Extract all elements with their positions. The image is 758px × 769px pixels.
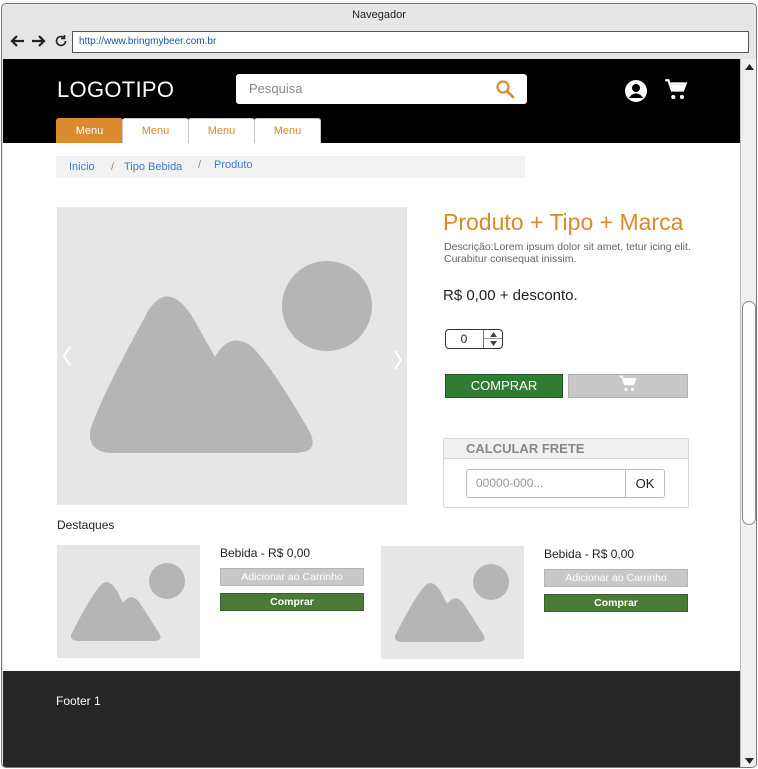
- site-logo[interactable]: LOGOTIPO: [57, 77, 174, 103]
- image-placeholder-icon: [89, 261, 372, 453]
- buy-button-1[interactable]: Comprar: [220, 593, 364, 611]
- scrollbar-thumb[interactable]: [742, 301, 756, 525]
- cep-input[interactable]: 00000-000...: [466, 469, 625, 498]
- scroll-up-icon[interactable]: [742, 61, 756, 73]
- carousel-prev-icon[interactable]: [62, 345, 72, 372]
- scroll-down-icon[interactable]: [742, 755, 756, 767]
- highlights-title: Destaques: [57, 518, 115, 532]
- footer-text: Footer 1: [56, 694, 101, 708]
- chevron-down-icon[interactable]: [484, 339, 502, 348]
- breadcrumb-item-tipo-bebida[interactable]: Tipo Bebida: [124, 161, 182, 173]
- reload-icon[interactable]: [52, 30, 70, 52]
- site-footer: Footer 1: [3, 671, 740, 767]
- highlight-image-2[interactable]: [381, 546, 524, 659]
- breadcrumb-separator: /: [111, 161, 115, 173]
- product-description: Descrição:Lorem ipsum dolor sit amet, te…: [444, 241, 691, 265]
- carousel-next-icon[interactable]: [393, 349, 403, 376]
- cart-icon: [618, 374, 638, 399]
- buy-button-2[interactable]: Comprar: [544, 594, 688, 612]
- breadcrumb-separator: /: [198, 159, 202, 171]
- breadcrumb-item-inicio[interactable]: Inicio: [69, 161, 95, 173]
- search-box[interactable]: Pesquisa: [236, 74, 527, 104]
- product-title: Produto + Tipo + Marca: [443, 209, 684, 235]
- add-to-cart-button-1[interactable]: Adicionar ao Carrinho: [220, 568, 364, 586]
- shipping-calculator-title: CALCULAR FRETE: [444, 439, 688, 459]
- browser-window: Navegador http://www.bringmybeer.com.br …: [1, 3, 757, 768]
- address-bar[interactable]: http://www.bringmybeer.com.br: [72, 31, 749, 53]
- window-title: Navegador: [352, 9, 406, 21]
- tab-menu-3[interactable]: Menu: [188, 118, 255, 143]
- shipping-calculator: CALCULAR FRETE 00000-000... OK: [443, 438, 689, 508]
- product-image-carousel[interactable]: [57, 207, 407, 505]
- highlight-name-1[interactable]: Bebida - R$ 0,00: [220, 546, 310, 560]
- vertical-scrollbar[interactable]: [740, 59, 756, 767]
- cart-icon[interactable]: [663, 77, 689, 103]
- breadcrumb: Inicio / Tipo Bebida / Produto: [56, 156, 525, 178]
- chevron-up-icon[interactable]: [484, 330, 502, 339]
- quantity-stepper[interactable]: 0: [445, 329, 503, 349]
- breadcrumb-item-produto[interactable]: Produto: [214, 159, 253, 171]
- product-price: R$ 0,00 + desconto.: [443, 287, 578, 304]
- search-input[interactable]: Pesquisa: [249, 74, 302, 104]
- main-nav-tabs: Menu Menu Menu Menu: [56, 118, 321, 143]
- forward-arrow-icon[interactable]: [30, 30, 48, 52]
- image-placeholder-icon: [71, 563, 185, 641]
- search-icon[interactable]: [495, 79, 515, 99]
- back-arrow-icon[interactable]: [8, 30, 26, 52]
- add-to-cart-button-2[interactable]: Adicionar ao Carrinho: [544, 569, 688, 587]
- quantity-stepper-buttons: [483, 330, 502, 348]
- browser-toolbar: http://www.bringmybeer.com.br: [2, 26, 756, 58]
- site-header: LOGOTIPO Pesquisa Menu Menu Menu Menu: [3, 59, 740, 143]
- tab-menu-2[interactable]: Menu: [122, 118, 189, 143]
- tab-menu-4[interactable]: Menu: [254, 118, 321, 143]
- user-icon[interactable]: [624, 79, 648, 103]
- image-placeholder-icon: [395, 564, 509, 642]
- page-viewport: LOGOTIPO Pesquisa Menu Menu Menu Menu In: [3, 59, 740, 767]
- ok-button[interactable]: OK: [625, 469, 665, 498]
- buy-button[interactable]: COMPRAR: [445, 374, 563, 398]
- highlight-image-1[interactable]: [57, 545, 200, 658]
- add-to-cart-button[interactable]: [568, 374, 688, 398]
- quantity-input[interactable]: 0: [446, 330, 482, 348]
- highlight-name-2[interactable]: Bebida - R$ 0,00: [544, 547, 634, 561]
- tab-menu-1[interactable]: Menu: [56, 118, 123, 143]
